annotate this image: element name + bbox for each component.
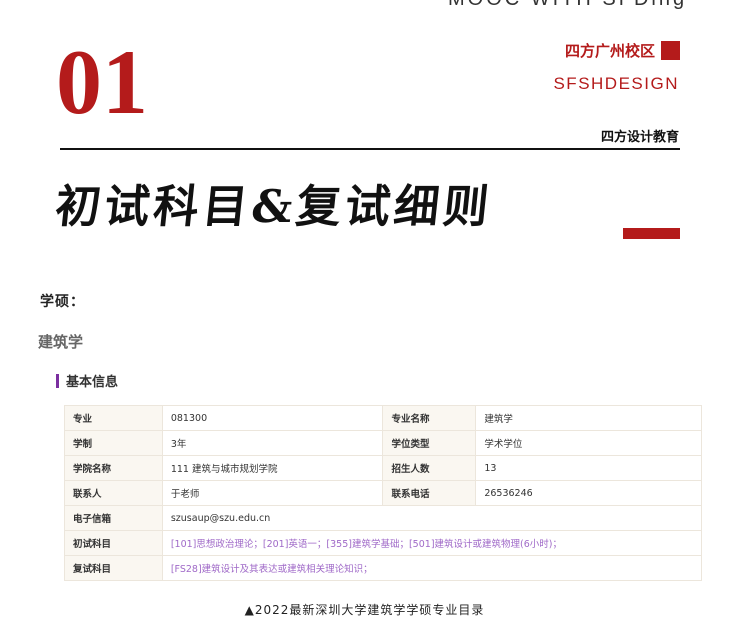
table-value: 111 建筑与城市规划学院 [161, 455, 384, 481]
table-row: 复试科目 [FS28]建筑设计及其表达或建筑相关理论知识； [64, 555, 703, 581]
top-cut-text: MOOC WITH SFDing [448, 0, 687, 11]
table-label: 专业名称 [382, 405, 477, 431]
exam-label: 初试科目 [64, 530, 163, 556]
table-row: 初试科目 [101]思想政治理论；[201]英语一；[355]建筑学基础；[50… [64, 530, 703, 556]
section-header: 基本信息 [56, 371, 118, 390]
table-label: 招生人数 [382, 455, 477, 481]
table-label: 学制 [64, 430, 163, 456]
retest-subjects[interactable]: [FS28]建筑设计及其表达或建筑相关理论知识； [161, 555, 703, 581]
exam-subjects[interactable]: [101]思想政治理论；[201]英语一；[355]建筑学基础；[501]建筑设… [161, 530, 703, 556]
table-value: 26536246 [475, 480, 702, 506]
table-value: 13 [475, 455, 702, 481]
table-label: 专业 [64, 405, 163, 431]
section-number: 01 [56, 31, 148, 133]
brand-cn-label: 四方广州校区 [564, 42, 655, 60]
major-title: 建筑学 [38, 333, 84, 351]
email-value: szusaup@szu.edu.cn [161, 505, 703, 531]
brand-square-icon [661, 41, 680, 60]
table-row: 专业 081300 专业名称 建筑学 [64, 405, 702, 431]
figure-caption: ▲2022最新深圳大学建筑学学硕专业目录 [244, 603, 485, 617]
title-accent-bar [623, 228, 680, 239]
brand-en-label: SFSHDESIGN [553, 74, 679, 93]
header-divider [60, 148, 680, 150]
table-value: 3年 [161, 430, 384, 456]
table-value: 建筑学 [475, 405, 702, 431]
page-title: 初试科目&复试细则 [52, 180, 496, 233]
section-title: 基本信息 [66, 375, 119, 390]
table-value: 081300 [161, 405, 384, 431]
table-row: 学院名称 111 建筑与城市规划学院 招生人数 13 [64, 455, 702, 481]
section-accent-bar [56, 373, 59, 388]
retest-label: 复试科目 [64, 555, 163, 581]
table-label: 学位类型 [382, 430, 477, 456]
table-label: 联系人 [64, 480, 163, 506]
email-label: 电子信箱 [64, 505, 163, 531]
brand-cn-block: 四方广州校区 [565, 40, 680, 61]
table-row: 电子信箱 szusaup@szu.edu.cn [64, 505, 703, 531]
org-label: 四方设计教育 [600, 130, 679, 145]
table-row: 学制 3年 学位类型 学术学位 [64, 430, 702, 456]
table-value: 学术学位 [475, 430, 702, 456]
degree-label: 学硕： [40, 294, 85, 310]
table-label: 学院名称 [64, 455, 163, 481]
table-row: 联系人 于老师 联系电话 26536246 [64, 480, 702, 506]
table-value: 于老师 [161, 480, 384, 506]
table-label: 联系电话 [382, 480, 477, 506]
info-table: 专业 081300 专业名称 建筑学 学制 3年 学位类型 学术学位 学院名称 … [64, 405, 703, 581]
